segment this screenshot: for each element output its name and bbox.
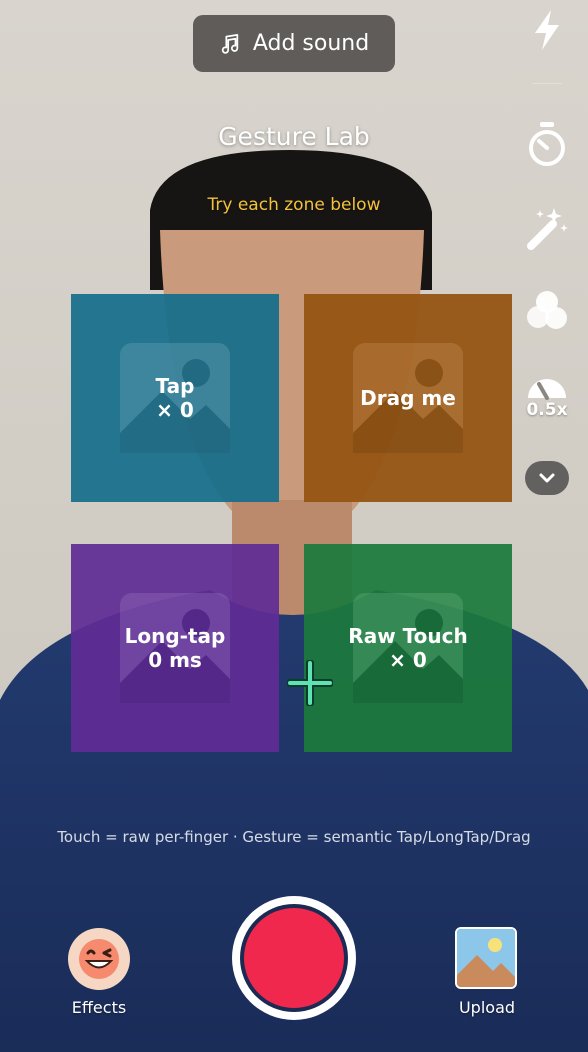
music-note-icon	[219, 33, 241, 55]
record-button[interactable]	[230, 894, 358, 1022]
speed-label: 0.5x	[526, 400, 568, 420]
toolbar-divider	[532, 83, 562, 84]
screen-title: Gesture Lab	[218, 122, 370, 151]
raw-touch-zone[interactable]: Raw Touch × 0	[304, 544, 512, 752]
screen-subtitle: Try each zone below	[207, 195, 381, 215]
timer-icon	[527, 120, 567, 168]
beautify-button[interactable]	[520, 204, 574, 250]
long-tap-zone-label: Long-tap 0 ms	[124, 624, 226, 672]
gesture-hint-text: Touch = raw per-finger · Gesture = seman…	[57, 828, 531, 846]
beautify-wand-icon	[525, 204, 569, 250]
tap-zone[interactable]: Tap × 0	[71, 294, 279, 502]
add-sound-button[interactable]: Add sound	[193, 15, 395, 72]
upload-button[interactable]	[455, 927, 517, 989]
speed-button[interactable]	[520, 372, 574, 400]
add-sound-label: Add sound	[252, 31, 370, 56]
long-tap-zone[interactable]: Long-tap 0 ms	[71, 544, 279, 752]
timer-button[interactable]	[520, 120, 574, 168]
chevron-down-icon	[538, 469, 556, 488]
speed-icon	[526, 372, 568, 400]
drag-zone[interactable]: Drag me	[304, 294, 512, 502]
drag-zone-label: Drag me	[360, 386, 456, 410]
effects-button[interactable]	[66, 926, 132, 992]
gallery-thumbnail-icon	[457, 929, 515, 987]
flash-button[interactable]	[520, 8, 574, 52]
touch-crosshair-icon	[287, 660, 333, 706]
filters-icon	[524, 289, 570, 333]
raw-touch-zone-label: Raw Touch × 0	[348, 624, 468, 672]
filters-button[interactable]	[520, 289, 574, 333]
tap-zone-label: Tap × 0	[155, 374, 195, 422]
effects-label: Effects	[71, 998, 127, 1017]
more-tools-button[interactable]	[525, 461, 569, 495]
flash-icon	[530, 8, 564, 52]
upload-label: Upload	[458, 998, 516, 1017]
